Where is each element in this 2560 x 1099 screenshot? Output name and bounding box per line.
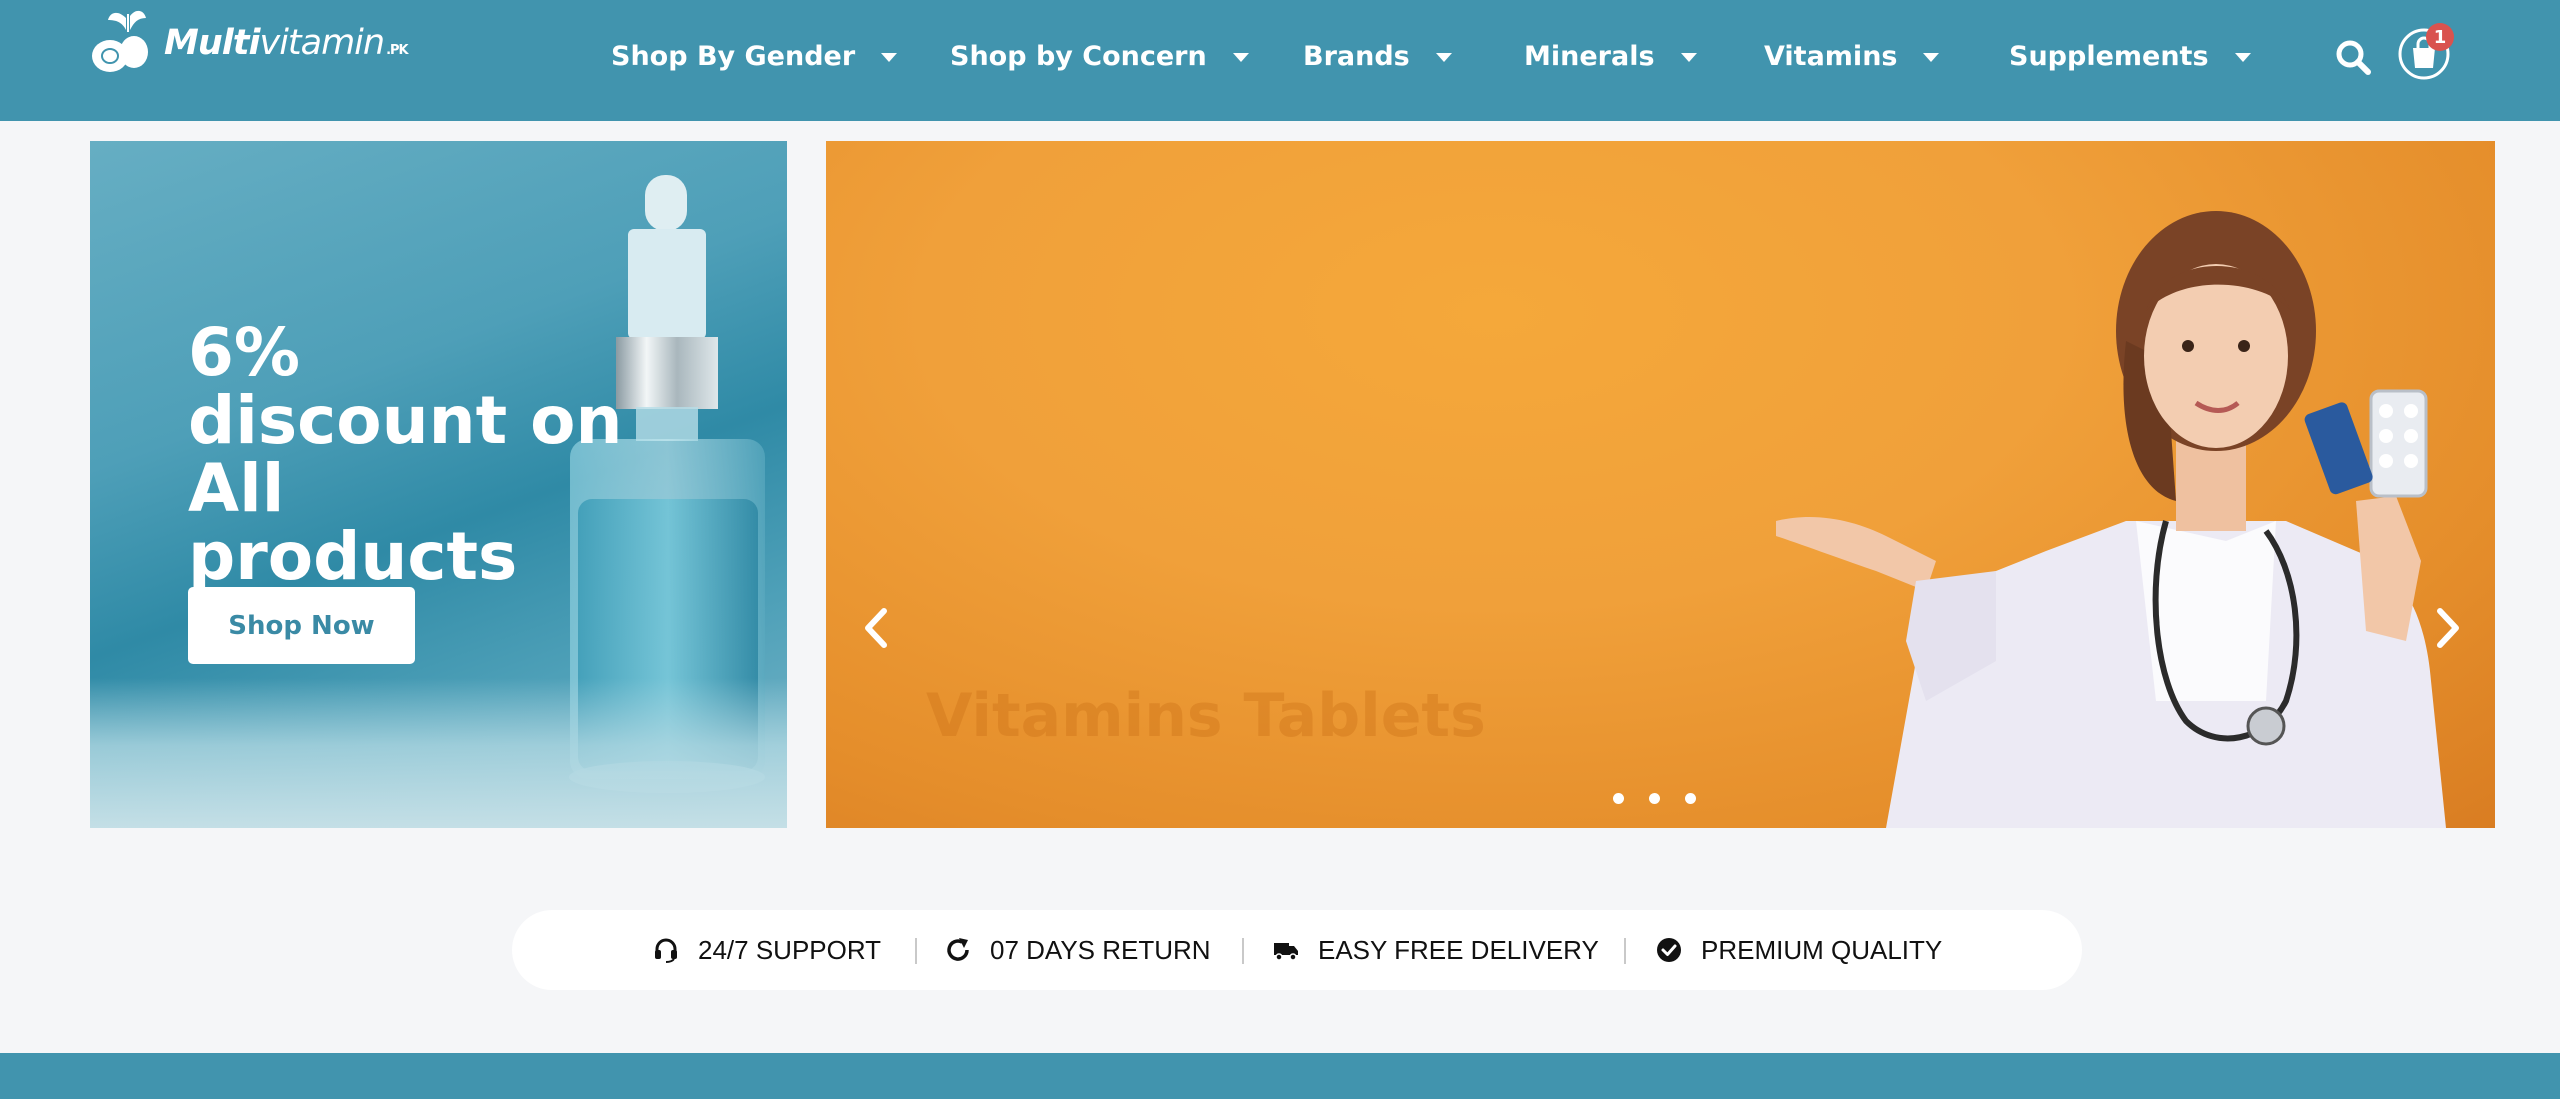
rotate-icon — [947, 938, 969, 961]
feature-returns: 07 DAYS RETURN — [944, 910, 1211, 990]
nav-item-label: Shop By Gender — [611, 40, 856, 72]
caret-down-icon — [1923, 52, 1940, 62]
caret-down-icon — [2234, 52, 2251, 62]
promo-banner[interactable]: 6% discount on All products Shop Now — [90, 141, 787, 828]
footer-band — [0, 1053, 2560, 1099]
feature-label: 07 DAYS RETURN — [990, 934, 1211, 965]
nav-item-supplements[interactable]: Supplements — [2009, 36, 2251, 76]
nav-item-vitamins[interactable]: Vitamins — [1764, 36, 1940, 76]
caret-down-icon — [881, 52, 898, 62]
chevron-left-icon[interactable] — [856, 603, 896, 653]
nav-item-brands[interactable]: Brands — [1303, 36, 1452, 76]
leaf-capsule-logo-icon — [92, 10, 148, 72]
caret-down-icon — [1435, 52, 1452, 62]
feature-support: 24/7 SUPPORT — [652, 910, 881, 990]
search-icon[interactable] — [2333, 37, 2373, 77]
slider-dot[interactable] — [1613, 793, 1624, 804]
headset-icon — [655, 938, 677, 963]
cart-count-badge: 1 — [2426, 23, 2454, 51]
feature-divider — [1624, 938, 1626, 964]
feature-delivery: EASY FREE DELIVERY — [1272, 910, 1599, 990]
feature-divider — [1242, 938, 1244, 964]
caret-down-icon — [1232, 52, 1249, 62]
chevron-right-icon[interactable] — [2428, 603, 2468, 653]
feature-divider — [915, 938, 917, 964]
feature-label: PREMIUM QUALITY — [1701, 934, 1943, 965]
slider-dot[interactable] — [1685, 793, 1696, 804]
feature-quality: PREMIUM QUALITY — [1655, 910, 1942, 990]
nav-item-label: Minerals — [1524, 40, 1655, 72]
site-header: Multivitamin .PK Shop By Gender Shop by C… — [0, 0, 2560, 121]
slider-dot[interactable] — [1649, 793, 1660, 804]
promo-title: 6% discount on All products — [188, 314, 623, 595]
nav-item-label: Brands — [1303, 40, 1410, 72]
hero-ghost-text: Vitamins Tablets — [926, 681, 1486, 751]
doctor-holding-pills-image — [1776, 211, 2446, 828]
promo-floor — [90, 678, 787, 828]
feature-label: EASY FREE DELIVERY — [1318, 934, 1599, 965]
feature-label: 24/7 SUPPORT — [698, 934, 882, 965]
nav-item-shop-by-gender[interactable]: Shop By Gender — [611, 36, 898, 76]
shop-now-button[interactable]: Shop Now — [188, 587, 415, 664]
nav-item-label: Vitamins — [1764, 40, 1898, 72]
truck-icon — [1274, 943, 1298, 961]
check-circle-icon — [1657, 938, 1681, 962]
caret-down-icon — [1680, 52, 1697, 62]
site-logo[interactable]: Multivitamin .PK — [88, 8, 409, 78]
logo-wordmark: Multivitamin .PK — [164, 23, 409, 63]
features-bar: 24/7 SUPPORT 07 DAYS RETURN EASY FREE DE… — [512, 910, 2082, 990]
nav-item-shop-by-concern[interactable]: Shop by Concern — [950, 36, 1249, 76]
nav-item-label: Supplements — [2009, 40, 2209, 72]
hero-slider[interactable]: Vitamins Tablets — [826, 141, 2495, 828]
slider-dots — [1613, 793, 1696, 804]
nav-item-minerals[interactable]: Minerals — [1524, 36, 1697, 76]
nav-item-label: Shop by Concern — [950, 40, 1207, 72]
